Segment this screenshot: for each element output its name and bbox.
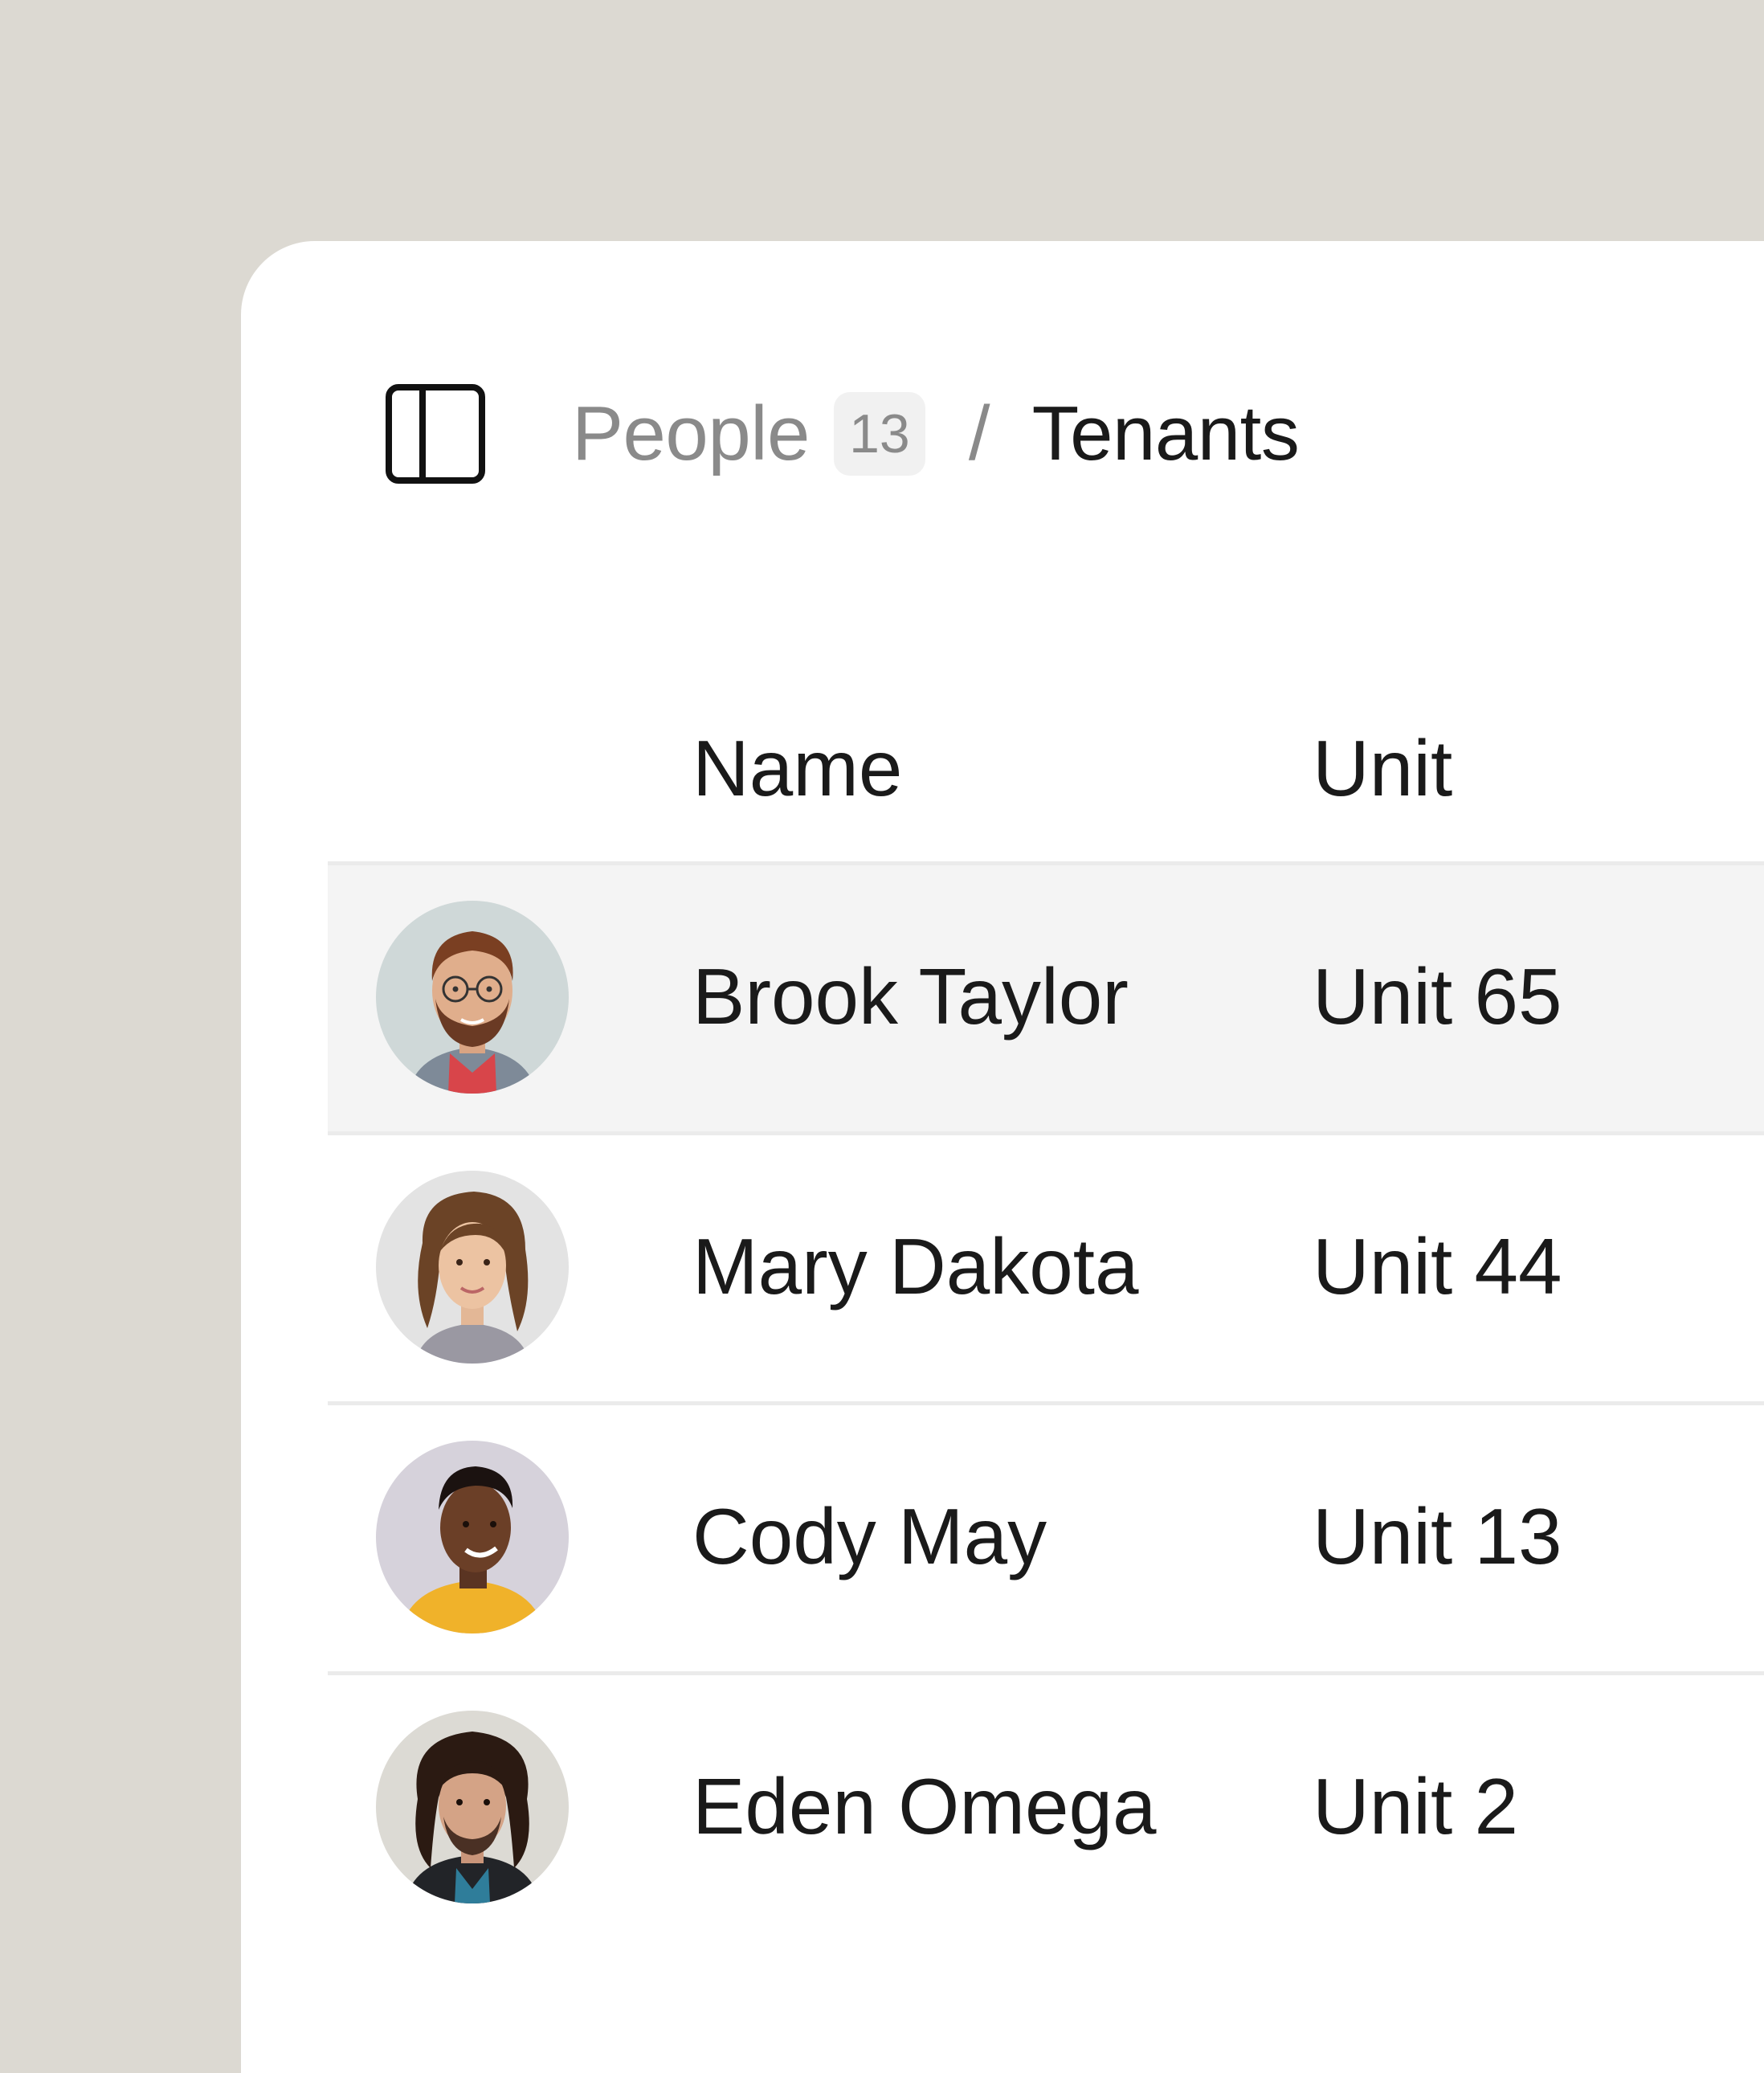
table-row[interactable]: Brook Taylor Unit 65 bbox=[328, 861, 1764, 1131]
tenant-unit: Unit 44 bbox=[1313, 1221, 1562, 1310]
avatar bbox=[376, 1441, 569, 1633]
tenant-unit: Unit 65 bbox=[1313, 951, 1562, 1041]
breadcrumb-separator: / bbox=[968, 390, 990, 476]
tenant-name: Mary Dakota bbox=[692, 1221, 1139, 1310]
tenant-unit: Unit 13 bbox=[1313, 1491, 1562, 1580]
table-row[interactable]: Mary Dakota Unit 44 bbox=[328, 1131, 1764, 1401]
breadcrumb-current: Tenants bbox=[1031, 390, 1300, 476]
avatar bbox=[376, 901, 569, 1094]
tenant-name: Eden Omega bbox=[692, 1761, 1157, 1850]
tenants-panel: People 13 / Tenants Name Unit Brook Tayl… bbox=[241, 241, 1764, 2073]
table-row[interactable]: Cody May Unit 13 bbox=[328, 1401, 1764, 1671]
tenant-name: Cody May bbox=[692, 1491, 1047, 1580]
column-header-unit[interactable]: Unit bbox=[1313, 675, 1452, 861]
avatar bbox=[376, 1711, 569, 1903]
table-row[interactable]: Eden Omega Unit 2 bbox=[328, 1671, 1764, 1941]
breadcrumb: People 13 / Tenants bbox=[572, 390, 1300, 478]
column-header-name[interactable]: Name bbox=[692, 675, 902, 861]
page-header: People 13 / Tenants bbox=[386, 384, 1300, 484]
breadcrumb-people-link[interactable]: People bbox=[572, 390, 810, 478]
sidebar-panel-icon bbox=[386, 384, 485, 484]
people-count-badge: 13 bbox=[833, 392, 925, 476]
avatar bbox=[376, 1171, 569, 1364]
table-header: Name Unit bbox=[328, 675, 1764, 861]
tenant-unit: Unit 2 bbox=[1313, 1761, 1519, 1850]
sidebar-toggle-button[interactable] bbox=[386, 384, 485, 484]
tenant-name: Brook Taylor bbox=[692, 951, 1129, 1041]
